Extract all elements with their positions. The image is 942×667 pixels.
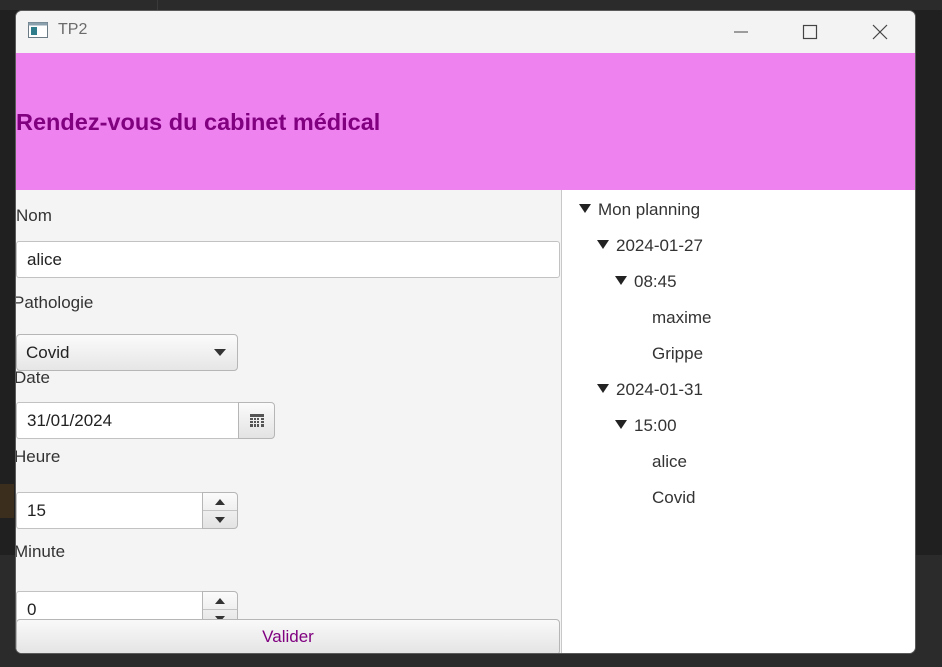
valider-button-label: Valider <box>262 627 314 646</box>
arrow-up-icon <box>215 498 225 505</box>
window-title: TP2 <box>58 21 88 38</box>
tree-slot[interactable]: 08:45 <box>634 272 677 292</box>
chevron-down-icon <box>214 349 226 356</box>
date-field[interactable]: 31/01/2024 <box>16 402 239 439</box>
expanded-arrow-icon[interactable] <box>579 204 591 213</box>
close-icon <box>872 24 888 40</box>
app-window: TP2 Rendez-vous du cabinet médical Nom a… <box>15 10 916 654</box>
heure-label: Heure <box>15 447 61 466</box>
tree-pathology[interactable]: Covid <box>652 488 695 508</box>
minute-label: Minute <box>15 542 66 561</box>
valider-button[interactable]: Valider <box>16 619 560 653</box>
calendar-icon <box>249 414 264 427</box>
pathologie-select[interactable]: Covid <box>16 334 238 371</box>
appointment-form: Nom alice Pathologie Covid Date 31/01/20… <box>16 190 561 653</box>
app-window-icon <box>28 22 48 38</box>
date-value: 31/01/2024 <box>27 410 113 430</box>
nom-label: Nom <box>16 206 52 225</box>
calendar-button[interactable] <box>238 402 275 439</box>
expanded-arrow-icon[interactable] <box>615 420 627 429</box>
pathologie-label: Pathologie <box>15 293 94 312</box>
nom-value: alice <box>27 249 62 269</box>
maximize-icon <box>802 24 818 40</box>
expanded-arrow-icon[interactable] <box>597 240 609 249</box>
maximize-button[interactable] <box>787 11 833 53</box>
background-window-strip <box>0 0 942 10</box>
arrow-up-icon <box>215 597 225 604</box>
expanded-arrow-icon[interactable] <box>615 276 627 285</box>
tree-day[interactable]: 2024-01-27 <box>616 236 703 256</box>
expanded-arrow-icon[interactable] <box>597 384 609 393</box>
title-bar[interactable]: TP2 <box>16 11 915 53</box>
minute-increment-button[interactable] <box>203 592 237 610</box>
page-title: Rendez-vous du cabinet médical <box>16 109 381 135</box>
nom-field[interactable]: alice <box>16 241 560 278</box>
minimize-button[interactable] <box>718 11 764 53</box>
heure-value: 15 <box>27 500 46 520</box>
arrow-down-icon <box>215 516 225 523</box>
tree-root[interactable]: Mon planning <box>598 200 700 220</box>
heure-decrement-button[interactable] <box>203 511 237 528</box>
heure-stepper <box>202 492 238 529</box>
background-accent <box>0 484 14 518</box>
background-divider <box>157 0 158 10</box>
pathologie-value: Covid <box>26 342 70 362</box>
heure-spinner-field[interactable]: 15 <box>16 492 203 529</box>
tree-patient[interactable]: alice <box>652 452 687 472</box>
close-button[interactable] <box>857 11 903 53</box>
tree-patient[interactable]: maxime <box>652 308 712 328</box>
tree-pathology[interactable]: Grippe <box>652 344 703 364</box>
header-banner: Rendez-vous du cabinet médical <box>16 53 915 190</box>
minimize-icon <box>734 31 748 33</box>
planning-tree[interactable]: Mon planning 2024-01-27 08:45 maxime Gri… <box>561 190 915 653</box>
tree-slot[interactable]: 15:00 <box>634 416 677 436</box>
date-label: Date <box>15 368 50 387</box>
minute-value: 0 <box>27 599 37 619</box>
heure-increment-button[interactable] <box>203 493 237 511</box>
tree-day[interactable]: 2024-01-31 <box>616 380 703 400</box>
